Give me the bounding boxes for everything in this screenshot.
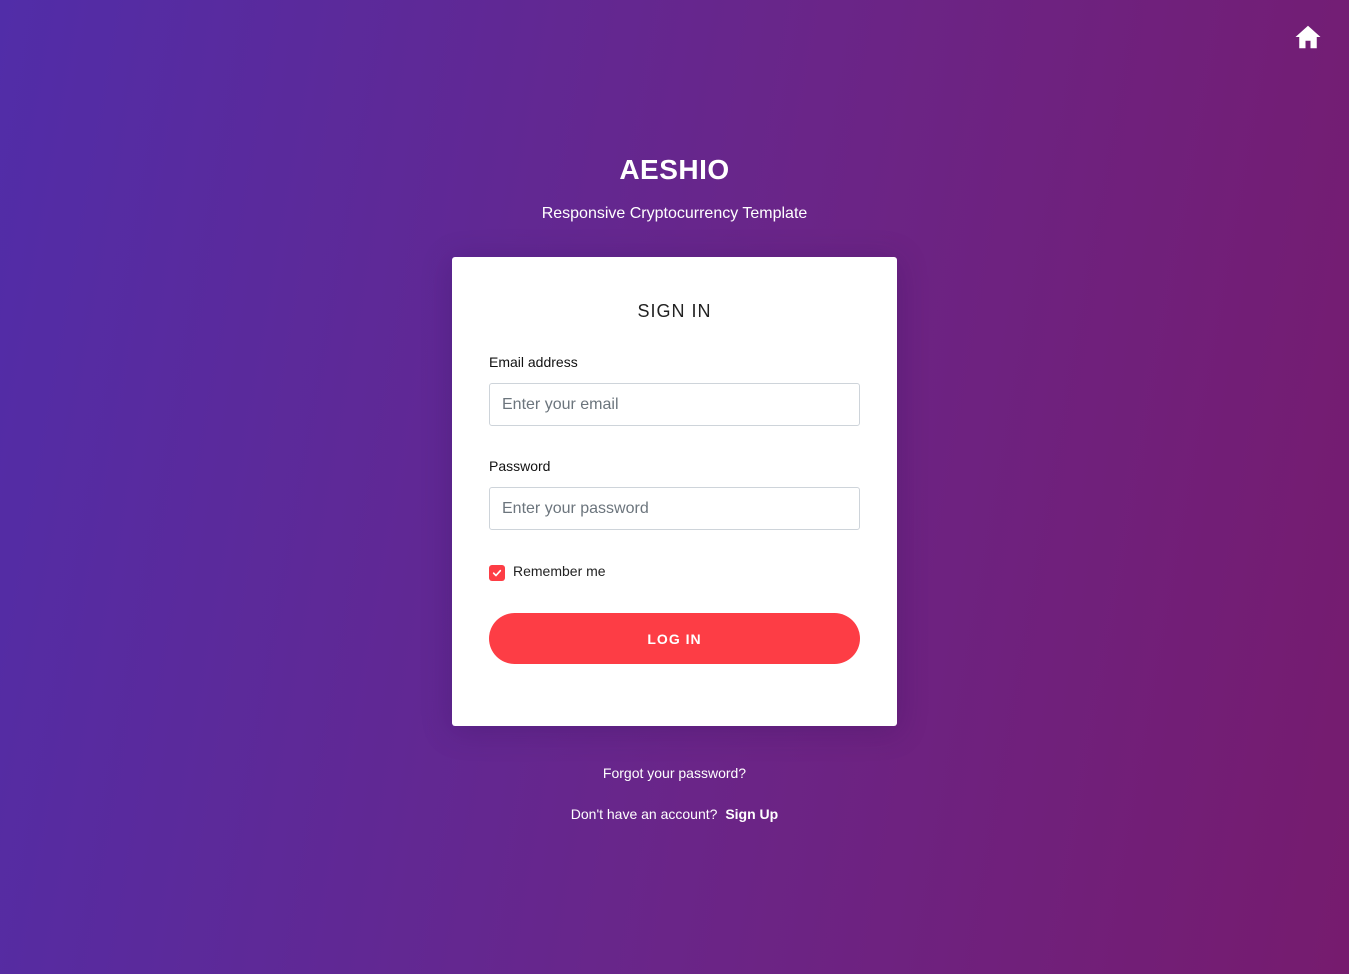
remember-me-label: Remember me — [513, 563, 606, 579]
check-icon — [492, 569, 502, 577]
password-label: Password — [489, 458, 551, 474]
remember-me-checkbox[interactable] — [489, 565, 505, 581]
email-field[interactable] — [489, 383, 860, 426]
remember-me-row[interactable]: Remember me — [489, 561, 606, 581]
sign-in-card: SIGN IN Email address Password Remember … — [452, 257, 897, 726]
email-label: Email address — [489, 354, 578, 370]
login-button[interactable]: LOG IN — [489, 613, 860, 664]
forgot-password-link[interactable]: Forgot your password? — [0, 765, 1349, 781]
home-icon — [1293, 22, 1323, 52]
brand-title: AESHIO — [619, 154, 730, 185]
sign-up-link[interactable]: Sign Up — [725, 806, 778, 822]
signup-row: Don't have an account? Sign Up — [0, 806, 1349, 822]
home-button[interactable] — [1293, 22, 1323, 52]
brand-subtitle: Responsive Cryptocurrency Template — [541, 205, 808, 222]
no-account-text: Don't have an account? — [570, 806, 718, 822]
password-field[interactable] — [489, 487, 860, 530]
sign-in-title: SIGN IN — [637, 301, 712, 321]
